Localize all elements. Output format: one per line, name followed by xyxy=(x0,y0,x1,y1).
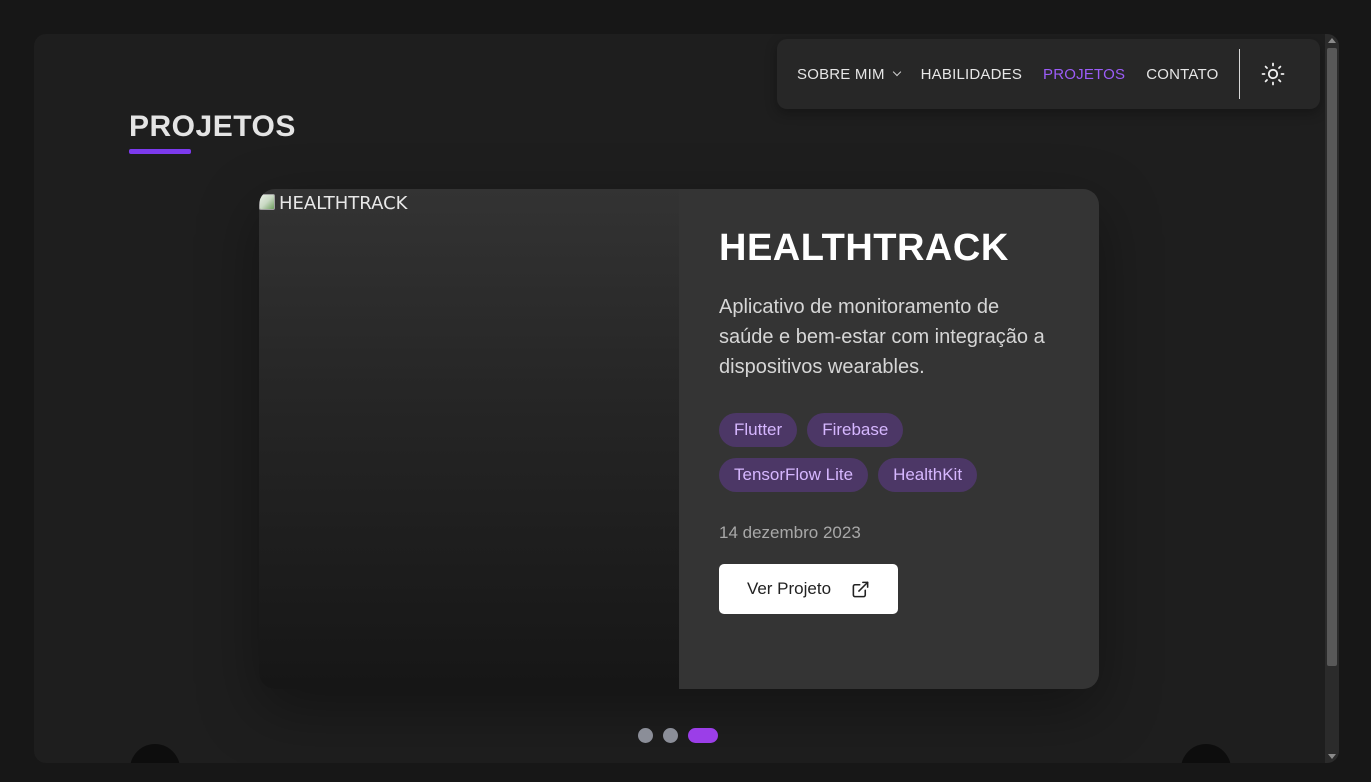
nav-item-sobre-mim[interactable]: SOBRE MIM xyxy=(797,65,901,83)
tag: HealthKit xyxy=(878,458,978,492)
external-link-icon xyxy=(851,580,870,599)
tag: Firebase xyxy=(807,413,904,447)
nav-item-habilidades[interactable]: HABILIDADES xyxy=(921,66,1022,83)
scroll-up-icon[interactable] xyxy=(1328,38,1336,43)
carousel-prev-button[interactable] xyxy=(130,744,180,763)
project-date: 14 dezembro 2023 xyxy=(719,523,861,542)
navbar: SOBRE MIM HABILIDADES PROJETOS CONTATO xyxy=(777,39,1320,109)
carousel-dot[interactable] xyxy=(638,728,653,743)
scrollbar-thumb[interactable] xyxy=(1327,48,1337,666)
project-description: Aplicativo de monitoramento de saúde e b… xyxy=(719,296,1045,378)
project-card: HEALTHTRACK HEALTHTRACK Aplicativo de mo… xyxy=(259,189,1099,689)
view-project-label: Ver Projeto xyxy=(746,579,832,598)
carousel-dots xyxy=(638,728,718,743)
image-alt-text: HEALTHTRACK xyxy=(279,193,408,214)
view-project-button[interactable]: Ver Projeto xyxy=(719,564,898,614)
project-title: HEALTHTRACK xyxy=(719,227,1009,269)
nav-item-label: SOBRE MIM xyxy=(797,65,885,83)
page-frame: SOBRE MIM HABILIDADES PROJETOS CONTATO P… xyxy=(34,34,1339,763)
nav-item-projetos[interactable]: PROJETOS xyxy=(1043,66,1125,83)
nav-item-label: HABILIDADES xyxy=(920,65,1023,83)
nav-item-label: PROJETOS xyxy=(1043,65,1126,83)
carousel-dot[interactable] xyxy=(663,728,678,743)
theme-toggle-button[interactable] xyxy=(1240,39,1306,109)
tag: Flutter xyxy=(719,413,798,447)
chevron-down-icon xyxy=(892,67,901,77)
nav-item-label: CONTATO xyxy=(1146,65,1219,83)
section-title: PROJETOS xyxy=(129,110,296,143)
scroll-down-icon[interactable] xyxy=(1328,754,1336,759)
project-info: HEALTHTRACK Aplicativo de monitoramento … xyxy=(679,189,1099,689)
title-underline xyxy=(129,149,191,154)
nav-item-contato[interactable]: CONTATO xyxy=(1146,66,1218,83)
sun-icon xyxy=(1262,62,1285,86)
scrollbar[interactable] xyxy=(1325,34,1339,763)
carousel-dot-active[interactable] xyxy=(688,728,718,743)
project-image: HEALTHTRACK xyxy=(259,189,679,689)
carousel-next-button[interactable] xyxy=(1181,744,1231,763)
project-tags: Flutter Firebase TensorFlow Lite HealthK… xyxy=(719,413,1059,492)
broken-image-placeholder: HEALTHTRACK xyxy=(259,193,407,214)
broken-image-icon xyxy=(259,194,275,210)
tag: TensorFlow Lite xyxy=(719,458,869,492)
